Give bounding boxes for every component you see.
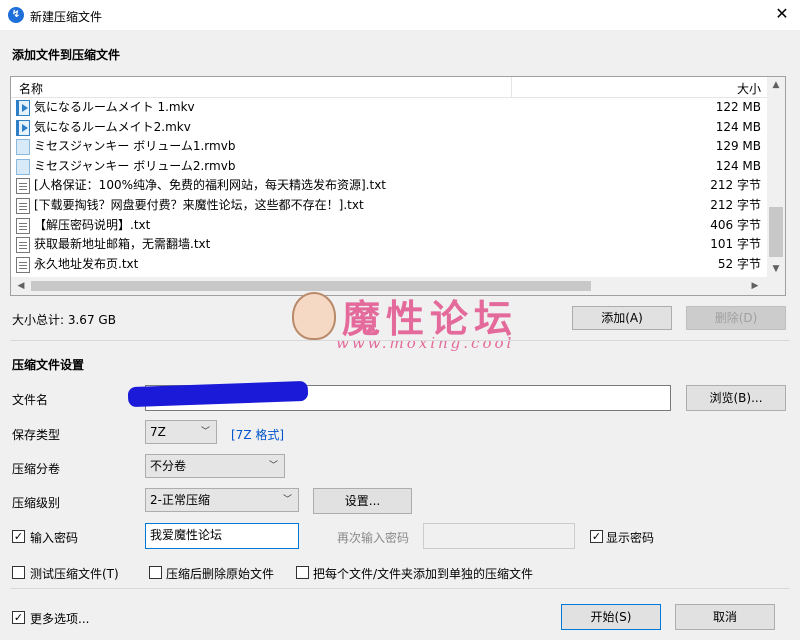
- close-icon[interactable]: ✕: [772, 4, 792, 24]
- window-title: 新建压缩文件: [30, 10, 103, 24]
- total-size: 大小总计: 3.67 GB: [12, 313, 116, 327]
- scroll-up-icon[interactable]: ▲: [768, 77, 784, 93]
- file-size: 124 MB: [715, 119, 761, 134]
- scroll-right-icon[interactable]: ▶: [747, 278, 763, 294]
- delete-after-checkbox[interactable]: [149, 566, 162, 579]
- file-name: 気になるルームメイト2.mkv: [34, 119, 191, 134]
- enable-password-label: 输入密码: [30, 531, 79, 545]
- column-divider[interactable]: [511, 77, 512, 97]
- file-size: 406 字节: [710, 217, 761, 232]
- volume-value: 不分卷: [150, 459, 187, 473]
- volume-select[interactable]: 不分卷 ﹀: [145, 454, 285, 478]
- chevron-down-icon: ﹀: [268, 461, 278, 471]
- video-file-icon: [16, 100, 30, 116]
- file-name: 永久地址发布页.txt: [34, 256, 139, 271]
- volume-label: 压缩分卷: [12, 462, 61, 476]
- file-size: 212 字节: [710, 178, 761, 193]
- browse-button[interactable]: 浏览(B)...: [686, 385, 786, 411]
- file-size: 124 MB: [715, 158, 761, 173]
- mascot-avatar-icon: [292, 292, 336, 340]
- list-item[interactable]: 気になるルームメイト 1.mkv 122 MB: [11, 98, 767, 118]
- add-files-heading: 添加文件到压缩文件: [12, 48, 121, 62]
- file-size: 101 字节: [710, 237, 761, 252]
- repeat-password-input[interactable]: [423, 523, 575, 549]
- list-item[interactable]: ミセスジャンキー ボリューム1.rmvb 129 MB: [11, 137, 767, 157]
- rmvb-file-icon: [16, 139, 30, 156]
- file-name: [人格保证：100%纯净、免费的福利网站，每天精选发布资源].txt: [34, 178, 386, 193]
- file-rows: 気になるルームメイト 1.mkv 122 MB 気になるルームメイト2.mkv 124…: [11, 98, 767, 274]
- rmvb-file-icon: [16, 158, 30, 175]
- password-input[interactable]: 我爱魔性论坛: [145, 523, 299, 549]
- more-options-checkbox[interactable]: ✓: [12, 611, 25, 624]
- save-type-select[interactable]: 7Z ﹀: [145, 420, 217, 444]
- level-value: 2-正常压缩: [150, 493, 210, 507]
- each-separate-checkbox[interactable]: [296, 566, 309, 579]
- show-password-label: 显示密码: [606, 531, 655, 545]
- level-label: 压缩级别: [12, 496, 61, 510]
- add-button[interactable]: 添加(A): [572, 306, 672, 330]
- file-size: 129 MB: [715, 139, 761, 154]
- column-header-size[interactable]: 大小: [737, 80, 761, 97]
- file-name: 获取最新地址邮箱，无需翻墙.txt: [34, 237, 211, 252]
- file-name: [下载要掏钱？网盘要付费？来魔性论坛，这些都不存在！].txt: [34, 197, 364, 212]
- list-item[interactable]: 【解压密码说明】.txt 406 字节: [11, 216, 767, 236]
- chevron-down-icon: ﹀: [282, 495, 292, 505]
- more-options-label[interactable]: 更多选项...: [30, 610, 89, 627]
- save-type-label: 保存类型: [12, 428, 61, 442]
- delete-after-label: 压缩后删除原始文件: [166, 567, 275, 581]
- test-archive-checkbox[interactable]: [12, 566, 25, 579]
- list-item[interactable]: 気になるルームメイト2.mkv 124 MB: [11, 118, 767, 138]
- file-name: 【解压密码说明】.txt: [34, 217, 151, 232]
- column-header-name[interactable]: 名称: [19, 80, 43, 97]
- show-password-checkbox[interactable]: ✓: [590, 530, 603, 543]
- text-file-icon: [16, 178, 30, 195]
- file-name: ミセスジャンキー ボリューム2.rmvb: [34, 158, 236, 173]
- cancel-button[interactable]: 取消: [675, 604, 775, 630]
- list-item[interactable]: ミセスジャンキー ボリューム2.rmvb 124 MB: [11, 157, 767, 177]
- footer-divider: [10, 588, 790, 589]
- level-select[interactable]: 2-正常压缩 ﹀: [145, 488, 299, 512]
- list-item[interactable]: 获取最新地址邮箱，无需翻墙.txt 101 字节: [11, 235, 767, 255]
- filename-label: 文件名: [12, 393, 49, 407]
- file-list[interactable]: 名称 大小 気になるルームメイト 1.mkv 122 MB 気になるルームメイト2.…: [10, 76, 786, 296]
- scroll-down-icon[interactable]: ▼: [768, 261, 784, 277]
- archive-settings-heading: 压缩文件设置: [12, 358, 85, 372]
- each-separate-label: 把每个文件/文件夹添加到单独的压缩文件: [313, 567, 534, 581]
- file-size: 212 字节: [710, 197, 761, 212]
- list-header: 名称 大小: [11, 77, 767, 98]
- text-file-icon: [16, 237, 30, 254]
- scroll-corner: [767, 277, 785, 295]
- settings-button[interactable]: 设置...: [313, 488, 412, 514]
- enable-password-checkbox[interactable]: ✓: [12, 530, 25, 543]
- file-size: 122 MB: [715, 100, 761, 114]
- start-button[interactable]: 开始(S): [561, 604, 661, 630]
- scroll-left-icon[interactable]: ◀: [13, 278, 29, 294]
- watermark-url: www.moxing.cool: [336, 334, 515, 352]
- remove-button[interactable]: 删除(D): [686, 306, 786, 330]
- vertical-scroll-thumb[interactable]: [769, 207, 783, 257]
- list-item[interactable]: [下载要掏钱？网盘要付费？来魔性论坛，这些都不存在！].txt 212 字节: [11, 196, 767, 216]
- format-link[interactable]: [7Z 格式]: [231, 426, 284, 443]
- file-name: 気になるルームメイト 1.mkv: [34, 100, 195, 114]
- test-archive-label: 测试压缩文件(T): [30, 567, 119, 581]
- list-item[interactable]: 永久地址发布页.txt 52 字节: [11, 255, 767, 275]
- app-logo-icon: ↯: [8, 7, 24, 23]
- text-file-icon: [16, 256, 30, 273]
- file-name: ミセスジャンキー ボリューム1.rmvb: [34, 139, 236, 154]
- section-divider: [10, 340, 790, 341]
- list-item[interactable]: [人格保证：100%纯净、免费的福利网站，每天精选发布资源].txt 212 字节: [11, 176, 767, 196]
- video-file-icon: [16, 119, 30, 136]
- save-type-value: 7Z: [150, 425, 166, 439]
- chevron-down-icon: ﹀: [200, 427, 210, 437]
- text-file-icon: [16, 197, 30, 214]
- title-bar: ↯ 新建压缩文件 ✕: [0, 0, 800, 30]
- text-file-icon: [16, 217, 30, 234]
- vertical-scrollbar[interactable]: ▲ ▼: [767, 77, 785, 277]
- file-size: 52 字节: [717, 256, 761, 271]
- repeat-password-label: 再次输入密码: [337, 531, 410, 545]
